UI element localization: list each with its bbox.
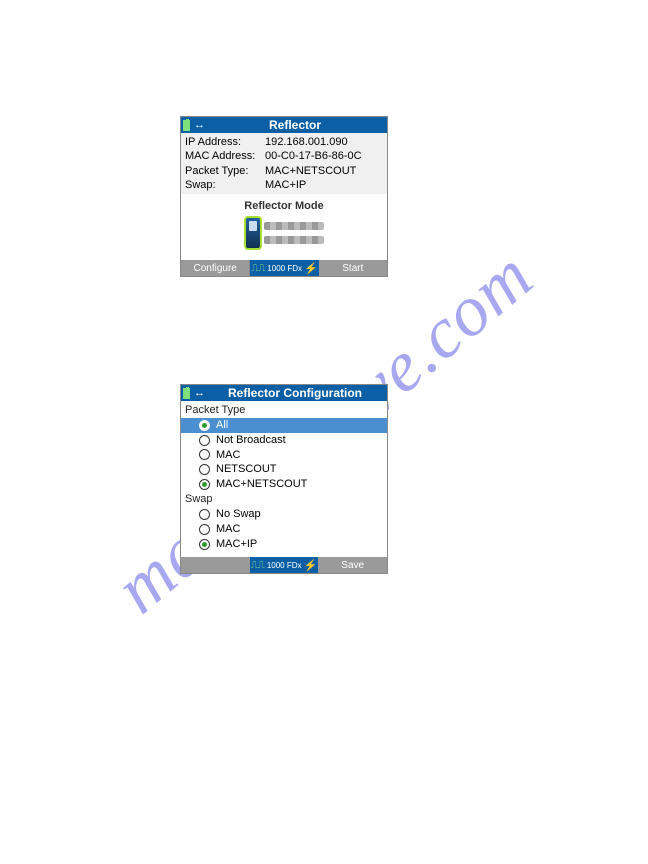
option-label: MAC bbox=[216, 448, 240, 463]
titlebar: ↔ Reflector bbox=[181, 117, 387, 133]
bolt-icon: ⚡ bbox=[304, 559, 318, 572]
option-label: MAC bbox=[216, 522, 240, 537]
radio-icon bbox=[199, 435, 210, 446]
option-swap-mac[interactable]: MAC bbox=[185, 522, 383, 537]
option-label: MAC+NETSCOUT bbox=[216, 477, 307, 492]
battery-icon bbox=[183, 120, 190, 131]
usb-icon: ↔ bbox=[194, 120, 205, 131]
option-no-swap[interactable]: No Swap bbox=[185, 507, 383, 522]
swap-value: MAC+IP bbox=[265, 178, 383, 192]
configure-button[interactable]: Configure bbox=[181, 260, 250, 276]
mode-title: Reflector Mode bbox=[181, 200, 387, 212]
usb-icon: ↔ bbox=[194, 388, 205, 399]
link-speed: 1000 FDx bbox=[267, 561, 302, 570]
link-status: ⎍⎍ 1000 FDx ⚡ bbox=[250, 557, 319, 573]
signal-icon: ⎍⎍ bbox=[251, 560, 265, 571]
mac-label: MAC Address: bbox=[185, 149, 265, 163]
bottom-toolbar: Configure ⎍⎍ 1000 FDx ⚡ Start bbox=[181, 260, 387, 276]
link-speed: 1000 FDx bbox=[267, 264, 302, 273]
radio-icon bbox=[199, 449, 210, 460]
option-label: All bbox=[216, 418, 228, 433]
start-button[interactable]: Start bbox=[319, 260, 387, 276]
option-mac-netscout[interactable]: MAC+NETSCOUT bbox=[185, 477, 383, 492]
titlebar: ↔ Reflector Configuration bbox=[181, 385, 387, 401]
info-block: IP Address: 192.168.001.090 MAC Address:… bbox=[181, 133, 387, 194]
radio-icon bbox=[199, 464, 210, 475]
save-button[interactable]: Save bbox=[318, 557, 387, 573]
link-status: ⎍⎍ 1000 FDx ⚡ bbox=[250, 260, 318, 276]
device-icon bbox=[244, 216, 262, 250]
radio-icon bbox=[199, 509, 210, 520]
device-graphic bbox=[181, 216, 387, 250]
option-label: MAC+IP bbox=[216, 537, 257, 552]
option-swap-mac-ip[interactable]: MAC+IP bbox=[185, 537, 383, 552]
option-all[interactable]: All bbox=[181, 418, 387, 433]
bolt-icon: ⚡ bbox=[304, 262, 318, 275]
radio-icon bbox=[199, 479, 210, 490]
mode-area: Reflector Mode bbox=[181, 194, 387, 260]
ip-label: IP Address: bbox=[185, 135, 265, 149]
blank-button-left bbox=[181, 557, 250, 573]
window-title: Reflector bbox=[205, 118, 385, 132]
data-flow-arrows bbox=[264, 222, 324, 244]
packet-type-group-label: Packet Type bbox=[185, 403, 383, 418]
mac-value: 00-C0-17-B6-86-0C bbox=[265, 149, 383, 163]
option-netscout[interactable]: NETSCOUT bbox=[185, 462, 383, 477]
swap-label: Swap: bbox=[185, 178, 265, 192]
ip-value: 192.168.001.090 bbox=[265, 135, 383, 149]
option-not-broadcast[interactable]: Not Broadcast bbox=[185, 433, 383, 448]
radio-icon bbox=[199, 539, 210, 550]
option-label: NETSCOUT bbox=[216, 462, 277, 477]
option-mac[interactable]: MAC bbox=[185, 448, 383, 463]
swap-group-label: Swap bbox=[185, 492, 383, 507]
packet-type-label: Packet Type: bbox=[185, 164, 265, 178]
window-title: Reflector Configuration bbox=[205, 386, 385, 400]
battery-icon bbox=[183, 388, 190, 399]
reflector-screen: ↔ Reflector IP Address: 192.168.001.090 … bbox=[180, 116, 388, 277]
config-body: Packet Type All Not Broadcast MAC NETSCO… bbox=[181, 401, 387, 557]
signal-icon: ⎍⎍ bbox=[251, 263, 265, 274]
option-label: No Swap bbox=[216, 507, 261, 522]
packet-type-value: MAC+NETSCOUT bbox=[265, 164, 383, 178]
reflector-config-screen: ↔ Reflector Configuration Packet Type Al… bbox=[180, 384, 388, 574]
bottom-toolbar: ⎍⎍ 1000 FDx ⚡ Save bbox=[181, 557, 387, 573]
option-label: Not Broadcast bbox=[216, 433, 286, 448]
radio-icon bbox=[199, 524, 210, 535]
radio-icon bbox=[199, 420, 210, 431]
